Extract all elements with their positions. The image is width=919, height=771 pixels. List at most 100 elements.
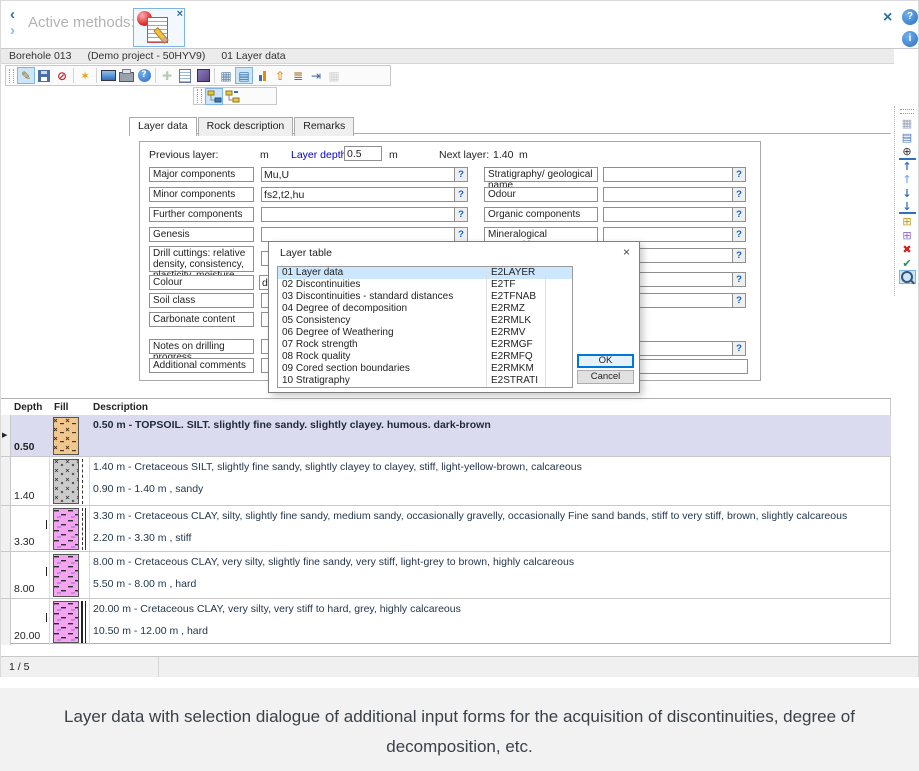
genesis-input[interactable] [261, 227, 455, 242]
active-methods-label: Active methods: [28, 14, 135, 31]
insert-record-above-icon[interactable]: ⊞ [899, 214, 916, 228]
hidden-field-help-button[interactable]: ? [732, 248, 746, 263]
collapse-left-icon[interactable]: ‹ [10, 7, 15, 22]
toolbar-grip[interactable] [197, 89, 202, 103]
major-components-help-button[interactable]: ? [454, 167, 468, 182]
tab-layer-data[interactable]: Layer data [129, 117, 197, 136]
library-book-icon[interactable] [194, 67, 212, 84]
hidden-field-help-button[interactable]: ? [732, 293, 746, 308]
layer-row-2[interactable]: 1.40 1.40 m - Cretaceous SILT, slightly … [1, 457, 891, 506]
organic-components-help-button[interactable]: ? [732, 207, 746, 222]
list-item-rock-strength[interactable]: 07 Rock strengthE2RMGF [278, 339, 572, 351]
field-label-additional-comments: Additional comments [149, 358, 254, 373]
last-record-icon[interactable]: ↓ [899, 200, 916, 214]
wizard-wand-icon[interactable]: ✶ [76, 67, 94, 84]
layer-row-3[interactable]: 3.30 3.30 m - Cretaceous CLAY, silty, sl… [1, 506, 891, 552]
preview-monitor-icon[interactable] [99, 67, 117, 84]
list-item-code: E2RMKM [487, 363, 546, 375]
minor-components-help-button[interactable]: ? [454, 187, 468, 202]
goto-record-icon[interactable]: ⊕ [899, 144, 916, 158]
ok-button[interactable]: OK [577, 354, 634, 368]
document-icon[interactable] [176, 67, 194, 84]
organic-components-input[interactable] [603, 207, 733, 222]
stratigraphy-help-button[interactable]: ? [732, 167, 746, 182]
stratigraphy-input[interactable] [603, 167, 733, 182]
depth-cell: 1.40 [11, 457, 50, 505]
layer-row-1[interactable]: ▶ 0.50 0.50 m - TOPSOIL. SILT. slightly … [1, 415, 891, 457]
cancel-icon[interactable]: ⊘ [53, 67, 71, 84]
method-tab-layer-data[interactable]: × [133, 8, 185, 47]
layer-depth-input[interactable] [344, 146, 382, 161]
list-item-consistency[interactable]: 05 ConsistencyE2RMLK [278, 315, 572, 327]
list-item-code: E2STRATI [487, 375, 546, 387]
tree-collapse-icon[interactable] [223, 88, 241, 105]
mineralogical-composition-input[interactable] [603, 227, 733, 242]
form-view-icon[interactable]: ▤ [899, 130, 916, 144]
further-components-input[interactable] [261, 207, 455, 222]
select-layer-table-icon[interactable] [899, 270, 916, 284]
record-view-icon[interactable]: ▤ [235, 67, 253, 84]
breadcrumb-method[interactable]: 01 Layer data [221, 50, 285, 62]
major-components-input[interactable] [261, 167, 455, 182]
export-icon[interactable]: ⇥ [307, 67, 325, 84]
list-edit-icon[interactable]: ≣ [289, 67, 307, 84]
table-view-icon[interactable]: ▦ [899, 116, 916, 130]
odour-help-button[interactable]: ? [732, 187, 746, 202]
add-item-icon[interactable]: ✚ [158, 67, 176, 84]
cancel-button[interactable]: Cancel [577, 370, 634, 384]
help-icon[interactable]: ? [902, 9, 918, 25]
breadcrumb-project: (Demo project - 50HYV9) [87, 50, 205, 62]
insert-record-below-icon[interactable]: ⊞ [899, 228, 916, 242]
layer-row-5[interactable]: 20.00 20.00 m - Cretaceous CLAY, very si… [1, 599, 891, 645]
next-record-icon[interactable]: ↓ [899, 186, 916, 200]
mineralogical-composition-help-button[interactable]: ? [732, 227, 746, 242]
list-item-degree-decomposition[interactable]: 04 Degree of decompositionE2RMZ [278, 303, 572, 315]
layer-depth-unit: m [389, 149, 398, 161]
dialog-close-icon[interactable]: × [623, 245, 630, 259]
field-label-organic-components: Organic components [484, 207, 598, 222]
chart-icon[interactable] [253, 67, 271, 84]
grid-view-icon[interactable]: ▦ [217, 67, 235, 84]
previous-record-icon[interactable]: ↑ [899, 172, 916, 186]
list-item-degree-weathering[interactable]: 06 Degree of WeatheringE2RMV [278, 327, 572, 339]
further-components-help-button[interactable]: ? [454, 207, 468, 222]
edit-record-icon[interactable]: ✎ [17, 67, 35, 84]
layer-row-4[interactable]: 8.00 8.00 m - Cretaceous CLAY, very silt… [1, 552, 891, 599]
tab-rock-description[interactable]: Rock description [198, 117, 294, 136]
list-item-cored-section[interactable]: 09 Cored section boundariesE2RMKM [278, 363, 572, 375]
list-item-discontinuities-standard[interactable]: 03 Discontinuities - standard distancesE… [278, 291, 572, 303]
genesis-help-button[interactable]: ? [454, 227, 468, 242]
expand-right-icon[interactable]: › [10, 23, 15, 38]
tree-view-icon[interactable] [205, 88, 223, 105]
layer-sublayer-note: 2.20 m - 3.30 m , stiff [93, 532, 191, 544]
method-tab-close-icon[interactable]: × [177, 8, 183, 20]
help-toolbar-icon[interactable]: ? [135, 67, 153, 84]
tab-remarks[interactable]: Remarks [294, 117, 354, 136]
delete-record-icon[interactable]: ✖ [899, 242, 916, 256]
toolbar-separator [155, 68, 156, 83]
lithology-swatch-clay [53, 554, 79, 597]
list-item-rock-quality[interactable]: 08 Rock qualityE2RMFQ [278, 351, 572, 363]
minor-components-input[interactable] [261, 187, 455, 202]
odour-input[interactable] [603, 187, 733, 202]
info-icon[interactable]: i [902, 31, 918, 47]
hidden-field-help-button[interactable]: ? [732, 272, 746, 287]
list-item-layer-data[interactable]: 01 Layer dataE2LAYER [278, 267, 572, 279]
row-marker-cell: ▶ [1, 415, 11, 456]
toolbar-grip[interactable] [9, 69, 14, 83]
breadcrumb-borehole[interactable]: Borehole 013 [9, 50, 71, 62]
accept-record-icon[interactable]: ✔ [899, 256, 916, 270]
list-item-stratigraphy[interactable]: 10 StratigraphyE2STRATI [278, 375, 572, 387]
field-label-minor-components: Minor components [149, 187, 254, 202]
hidden-field-help-button[interactable]: ? [732, 341, 746, 356]
list-item-code: E2RMV [487, 327, 546, 339]
first-record-icon[interactable]: ↑ [899, 158, 916, 172]
toolbar-grip[interactable] [900, 109, 914, 114]
print-icon[interactable] [117, 67, 135, 84]
list-item-name: 05 Consistency [278, 315, 487, 327]
close-window-icon[interactable]: × [883, 9, 892, 27]
list-item-discontinuities[interactable]: 02 DiscontinuitiesE2TF [278, 279, 572, 291]
save-icon[interactable] [35, 67, 53, 84]
upload-data-icon[interactable]: ⇧ [271, 67, 289, 84]
column-header-fill: Fill [54, 402, 68, 413]
